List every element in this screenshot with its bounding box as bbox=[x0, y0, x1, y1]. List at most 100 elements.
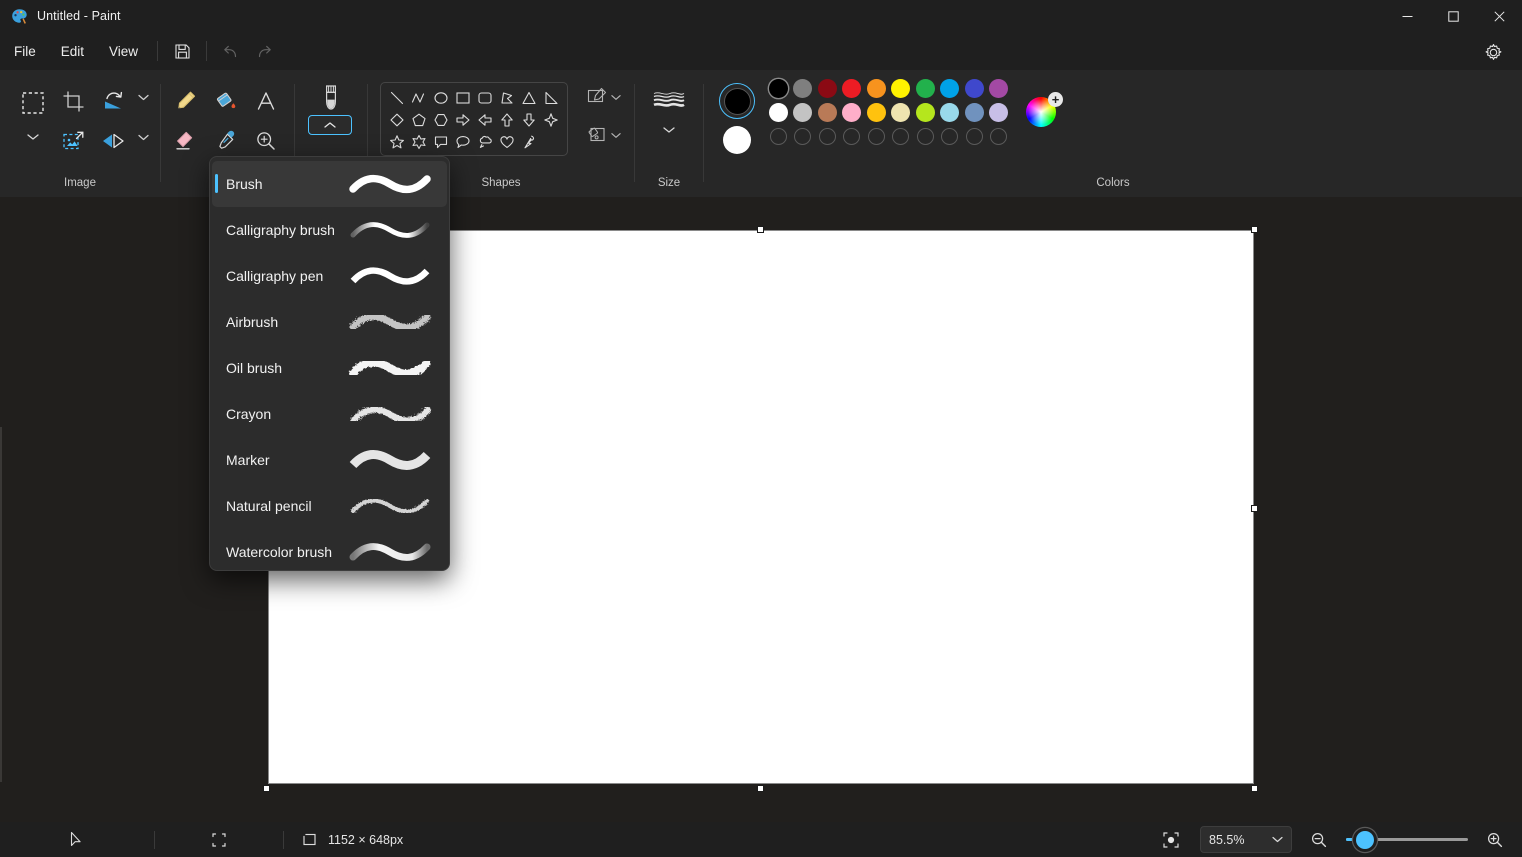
color-swatch[interactable] bbox=[962, 76, 986, 100]
shape-right-arrow[interactable] bbox=[452, 109, 474, 131]
shape-hexagon[interactable] bbox=[430, 109, 452, 131]
color-swatch[interactable] bbox=[766, 100, 790, 124]
pencil-icon[interactable] bbox=[169, 84, 203, 118]
brush-option-marker[interactable]: Marker bbox=[212, 437, 447, 483]
brush-expand-chevron-up-icon[interactable] bbox=[308, 115, 352, 135]
shape-diamond[interactable] bbox=[386, 109, 408, 131]
color-swatch[interactable] bbox=[864, 100, 888, 124]
undo-icon[interactable] bbox=[215, 37, 247, 65]
color-swatch[interactable] bbox=[938, 100, 962, 124]
text-icon[interactable] bbox=[249, 84, 283, 118]
secondary-color-swatch[interactable] bbox=[723, 126, 751, 154]
eyedropper-icon[interactable] bbox=[209, 124, 243, 158]
size-chevron-down-icon[interactable] bbox=[657, 120, 681, 140]
zoom-in-icon[interactable] bbox=[1482, 827, 1508, 853]
resize-icon[interactable] bbox=[56, 124, 90, 158]
color-swatch[interactable] bbox=[791, 124, 815, 148]
shape-polygon[interactable] bbox=[496, 87, 518, 109]
zoom-slider-thumb[interactable] bbox=[1356, 830, 1374, 849]
color-swatch[interactable] bbox=[913, 100, 937, 124]
fill-bucket-icon[interactable] bbox=[209, 84, 243, 118]
primary-color-swatch[interactable] bbox=[719, 83, 755, 119]
size-lines-icon[interactable] bbox=[648, 84, 690, 118]
shape-line[interactable] bbox=[386, 87, 408, 109]
color-swatch[interactable] bbox=[864, 124, 888, 148]
color-swatch[interactable] bbox=[791, 76, 815, 100]
shape-curve[interactable] bbox=[408, 87, 430, 109]
shape-lightning[interactable] bbox=[518, 131, 540, 153]
color-swatch[interactable] bbox=[840, 124, 864, 148]
minimize-button[interactable] bbox=[1384, 0, 1430, 32]
brush-option-oil-brush[interactable]: Oil brush bbox=[212, 345, 447, 391]
brush-option-calligraphy-brush[interactable]: Calligraphy brush bbox=[212, 207, 447, 253]
select-dropdown-chevron-icon[interactable] bbox=[20, 126, 46, 148]
shape-right-triangle[interactable] bbox=[540, 87, 562, 109]
menu-file[interactable]: File bbox=[3, 39, 47, 64]
save-icon[interactable] bbox=[166, 37, 198, 65]
shape-cloud-callout[interactable] bbox=[474, 131, 496, 153]
eraser-icon[interactable] bbox=[169, 124, 203, 158]
brush-option-brush[interactable]: Brush bbox=[212, 161, 447, 207]
color-swatch[interactable] bbox=[987, 76, 1011, 100]
menu-view[interactable]: View bbox=[98, 39, 149, 64]
maximize-button[interactable] bbox=[1430, 0, 1476, 32]
select-rectangle-icon[interactable] bbox=[14, 84, 52, 122]
add-custom-color-button[interactable]: + bbox=[1048, 92, 1063, 107]
brush-option-crayon[interactable]: Crayon bbox=[212, 391, 447, 437]
shape-oval-callout[interactable] bbox=[452, 131, 474, 153]
shape-rounded-rectangle-callout[interactable] bbox=[430, 131, 452, 153]
color-swatch[interactable] bbox=[889, 100, 913, 124]
color-swatch[interactable] bbox=[889, 124, 913, 148]
color-swatch[interactable] bbox=[938, 76, 962, 100]
canvas-handle-right[interactable] bbox=[1251, 505, 1258, 512]
outline-style-button[interactable] bbox=[580, 84, 626, 110]
shape-pentagon[interactable] bbox=[408, 109, 430, 131]
shape-five-point-star[interactable] bbox=[386, 131, 408, 153]
color-swatch[interactable] bbox=[815, 76, 839, 100]
brush-option-calligraphy-pen[interactable]: Calligraphy pen bbox=[212, 253, 447, 299]
color-swatch[interactable] bbox=[962, 124, 986, 148]
shape-up-arrow[interactable] bbox=[496, 109, 518, 131]
shape-down-arrow[interactable] bbox=[518, 109, 540, 131]
gear-icon[interactable] bbox=[1478, 38, 1508, 66]
color-swatch[interactable] bbox=[987, 124, 1011, 148]
color-swatch[interactable] bbox=[913, 124, 937, 148]
fill-style-button[interactable] bbox=[580, 122, 626, 148]
canvas-handle-top-right[interactable] bbox=[1251, 226, 1258, 233]
zoom-level-dropdown[interactable]: 85.5% bbox=[1200, 826, 1292, 853]
color-swatch[interactable] bbox=[864, 76, 888, 100]
color-swatch[interactable] bbox=[840, 76, 864, 100]
rotate-icon[interactable] bbox=[96, 84, 130, 118]
zoom-out-icon[interactable] bbox=[1306, 827, 1332, 853]
shape-left-arrow[interactable] bbox=[474, 109, 496, 131]
color-swatch[interactable] bbox=[815, 100, 839, 124]
color-swatch[interactable] bbox=[913, 76, 937, 100]
shape-rounded-rectangle[interactable] bbox=[474, 87, 496, 109]
color-swatch[interactable] bbox=[840, 100, 864, 124]
color-swatch[interactable] bbox=[766, 124, 790, 148]
crop-icon[interactable] bbox=[56, 84, 90, 118]
flip-icon[interactable] bbox=[96, 124, 130, 158]
brush-option-airbrush[interactable]: Airbrush bbox=[212, 299, 447, 345]
canvas-handle-bottom-left[interactable] bbox=[263, 785, 270, 792]
fit-to-window-icon[interactable] bbox=[1156, 826, 1186, 854]
color-swatch[interactable] bbox=[815, 124, 839, 148]
color-swatch[interactable] bbox=[987, 100, 1011, 124]
close-button[interactable] bbox=[1476, 0, 1522, 32]
brush-option-natural-pencil[interactable]: Natural pencil bbox=[212, 483, 447, 529]
shape-oval[interactable] bbox=[430, 87, 452, 109]
menu-edit[interactable]: Edit bbox=[50, 39, 95, 64]
brush-option-watercolor-brush[interactable]: Watercolor brush bbox=[212, 529, 447, 570]
shape-four-point-star[interactable] bbox=[540, 109, 562, 131]
brush-icon[interactable] bbox=[313, 80, 349, 116]
shape-triangle[interactable] bbox=[518, 87, 540, 109]
flip-chevron-down-icon[interactable] bbox=[132, 126, 154, 148]
color-swatch[interactable] bbox=[889, 76, 913, 100]
zoom-slider[interactable] bbox=[1346, 830, 1468, 849]
magnifier-icon[interactable] bbox=[249, 124, 283, 158]
shape-heart[interactable] bbox=[496, 131, 518, 153]
color-swatch[interactable] bbox=[791, 100, 815, 124]
color-swatch[interactable] bbox=[962, 100, 986, 124]
shape-rectangle[interactable] bbox=[452, 87, 474, 109]
color-swatch[interactable] bbox=[766, 76, 790, 100]
